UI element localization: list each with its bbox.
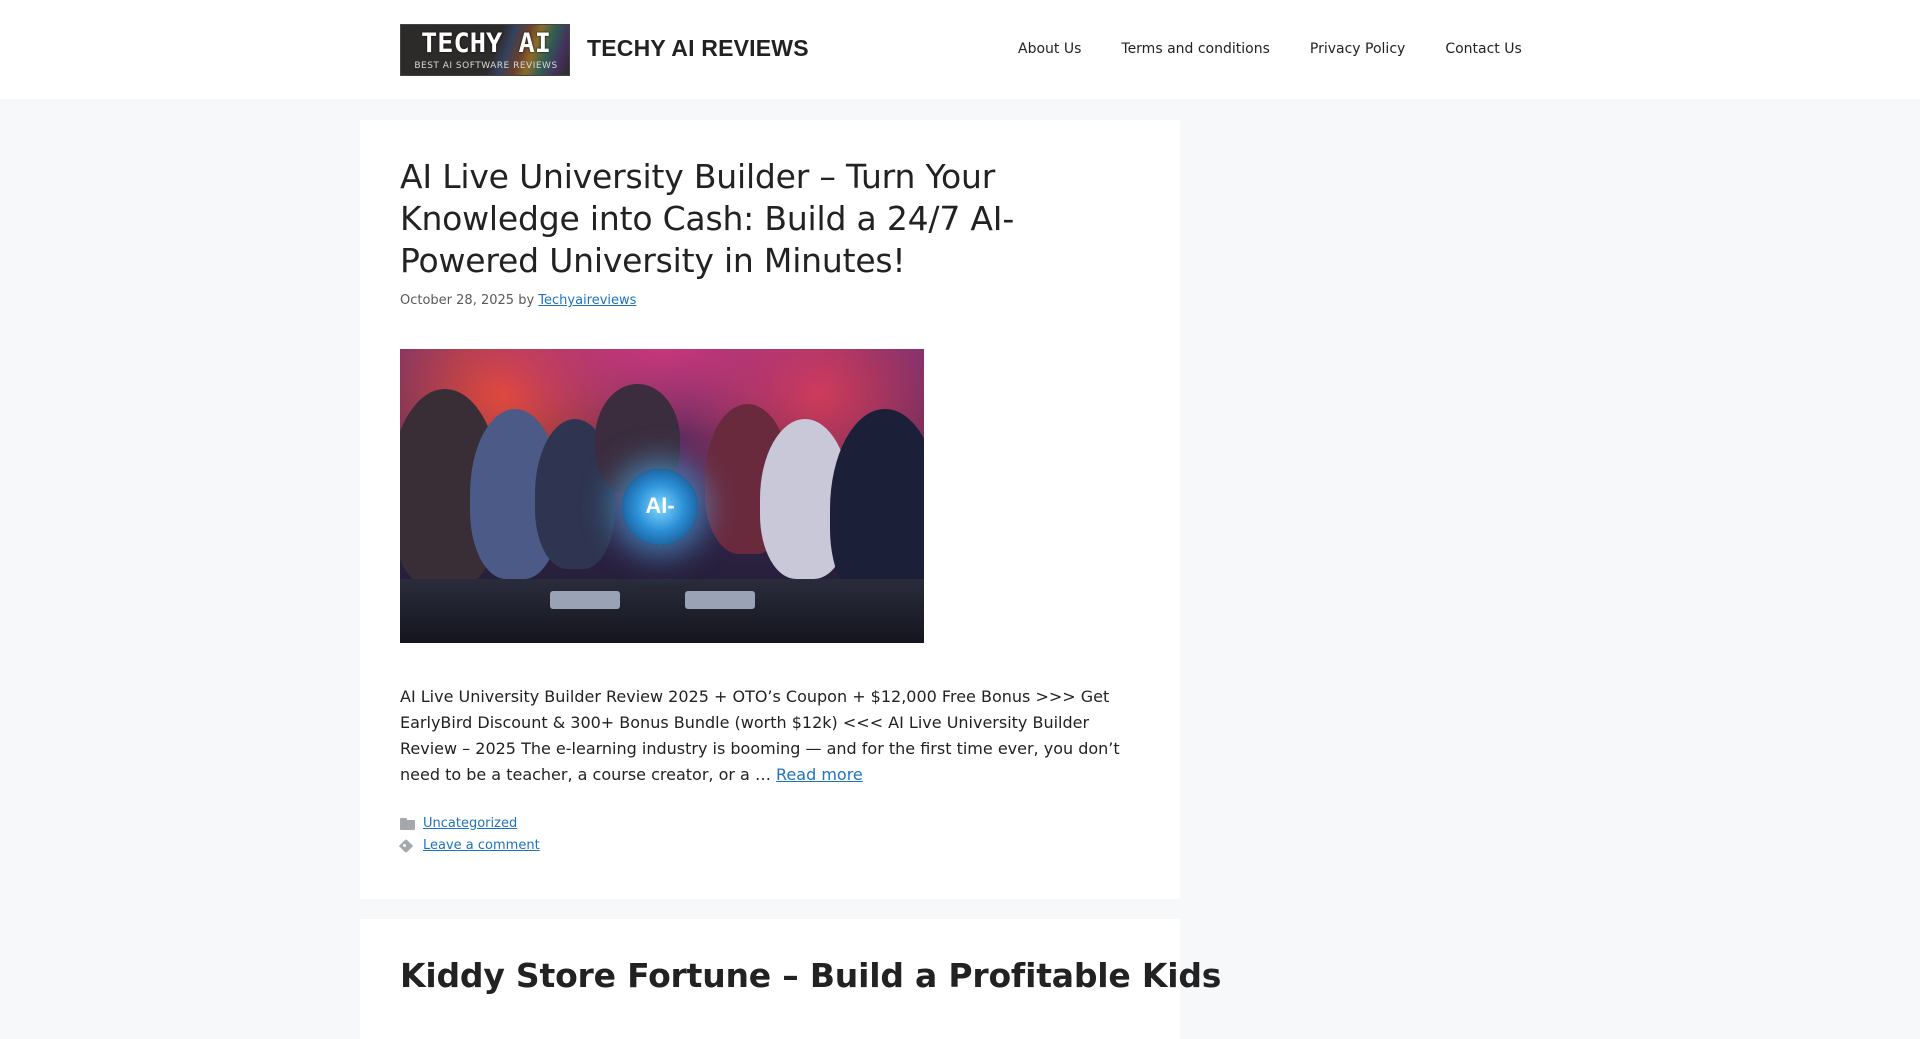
nav-item-contact-us[interactable]: Contact Us [1425, 38, 1541, 60]
folder-icon [400, 818, 416, 830]
image-laptop [685, 591, 755, 609]
site-title[interactable]: TECHY AI REVIEWS [587, 33, 809, 63]
nav-item-terms[interactable]: Terms and conditions [1101, 38, 1290, 60]
nav-item-about-us[interactable]: About Us [998, 38, 1101, 60]
leave-comment-link[interactable]: Leave a comment [423, 835, 540, 857]
post-footer: Uncategorized Leave a comment [400, 813, 540, 857]
image-laptop [550, 591, 620, 609]
post-card: Kiddy Store Fortune – Build a Profitable… [360, 919, 1221, 1039]
post-by-label: by [518, 293, 535, 308]
featured-image[interactable]: AI- [400, 349, 924, 643]
post-excerpt: AI Live University Builder Review 2025 +… [400, 684, 1145, 788]
post-title[interactable]: AI Live University Builder – Turn Your K… [400, 156, 1150, 282]
post-card: AI Live University Builder – Turn Your K… [360, 120, 1180, 899]
main-navigation: About Us Terms and conditions Privacy Po… [998, 38, 1542, 60]
ai-orb: AI- [622, 469, 698, 545]
logo-subtitle: BEST AI SOFTWARE REVIEWS [414, 61, 558, 71]
post-date[interactable]: October 28, 2025 [400, 293, 514, 308]
nav-item-privacy-policy[interactable]: Privacy Policy [1290, 38, 1425, 60]
post-author-link[interactable]: Techyaireviews [538, 293, 636, 308]
category-link[interactable]: Uncategorized [423, 813, 517, 835]
post-excerpt-text: AI Live University Builder Review 2025 +… [400, 687, 1120, 784]
image-table [400, 579, 924, 643]
read-more-link[interactable]: Read more [776, 765, 863, 784]
post-comments: Leave a comment [400, 835, 540, 857]
tags-icon [400, 840, 416, 852]
header-inner: TECHY AI BEST AI SOFTWARE REVIEWS TECHY … [400, 0, 1522, 99]
ai-orb-label: AI- [645, 493, 675, 518]
post-title[interactable]: Kiddy Store Fortune – Build a Profitable… [400, 955, 1221, 997]
post-categories: Uncategorized [400, 813, 540, 835]
site-logo[interactable]: TECHY AI BEST AI SOFTWARE REVIEWS [400, 24, 570, 76]
post-meta: October 28, 2025 by Techyaireviews [400, 292, 636, 310]
site-header: TECHY AI BEST AI SOFTWARE REVIEWS TECHY … [0, 0, 1920, 99]
logo-text: TECHY AI [420, 28, 552, 59]
